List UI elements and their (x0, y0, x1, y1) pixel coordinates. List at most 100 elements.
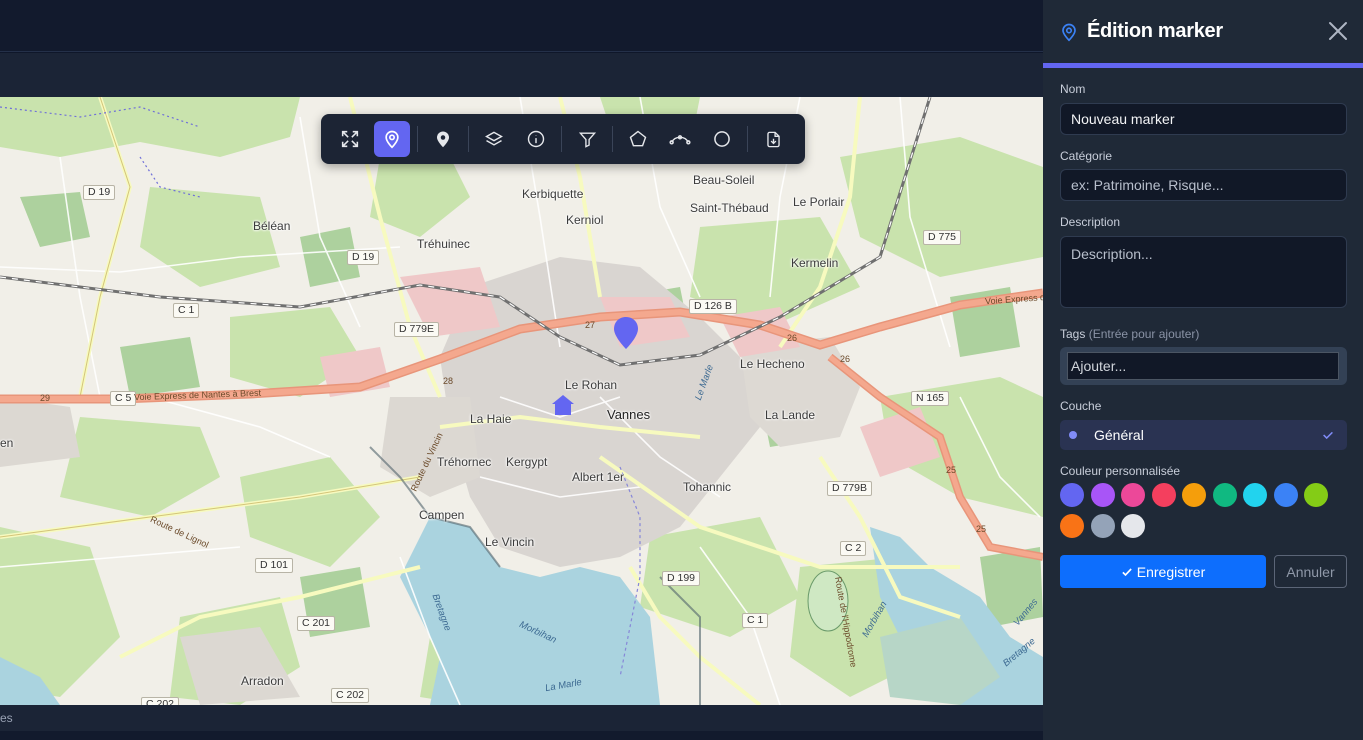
place-label: Kermelin (791, 256, 839, 270)
place-label: Tréhornec (437, 455, 492, 469)
description-field[interactable]: Description... (1060, 236, 1347, 308)
route-label: 26 (787, 333, 798, 343)
cancel-button[interactable]: Annuler (1274, 555, 1347, 588)
couleur-label: Couleur personnalisée (1060, 464, 1181, 478)
tags-label-text: Tags (1060, 327, 1086, 341)
status-bar: es (0, 705, 1043, 731)
place-label: Kergypt (506, 455, 548, 469)
route-label: 25 (946, 465, 957, 475)
filter-button[interactable] (569, 121, 605, 157)
map-canvas[interactable]: Kerbiquette Beau-Soleil Saint-Thébaud Le… (0, 97, 1043, 705)
couche-label: Couche (1060, 399, 1102, 413)
place-label: Kerbiquette (522, 187, 584, 201)
polygon-icon (629, 130, 647, 147)
sub-bar (0, 53, 1043, 97)
tags-input[interactable]: Ajouter... (1067, 352, 1339, 380)
place-label: La Haie (470, 412, 512, 426)
place-label: Arradon (241, 674, 284, 688)
layer-name: Général (1094, 427, 1144, 443)
color-swatch[interactable] (1060, 514, 1084, 538)
road-shield: C 202 (141, 697, 180, 705)
color-swatch[interactable] (1121, 514, 1145, 538)
color-swatch[interactable] (1304, 483, 1328, 507)
export-icon (766, 131, 780, 147)
color-swatch[interactable] (1151, 483, 1176, 507)
route-label: 28 (443, 376, 454, 386)
tags-label: Tags (Entrée pour ajouter) (1060, 327, 1199, 341)
info-button[interactable] (518, 121, 554, 157)
color-swatch[interactable] (1273, 483, 1298, 507)
place-label: Le Rohan (565, 378, 618, 392)
description-label: Description (1060, 215, 1121, 229)
toolbar-divider (417, 126, 418, 152)
place-label: Le Hecheno (740, 357, 805, 371)
toolbar-divider (612, 126, 613, 152)
top-bar (0, 0, 1043, 52)
place-label: Tohannic (683, 480, 732, 494)
map-marker-pin-icon[interactable] (613, 316, 639, 350)
place-label: La Lande (765, 408, 816, 422)
color-swatch[interactable] (1212, 483, 1237, 507)
place-label: Albert 1er (572, 470, 625, 484)
road-shield: C 201 (297, 616, 336, 631)
save-label: Enregistrer (1136, 563, 1206, 580)
map-marker-icon (437, 131, 449, 148)
route-label: 27 (585, 320, 596, 330)
road-shield: D 101 (255, 558, 294, 573)
fullscreen-icon (341, 130, 359, 148)
status-text: es (0, 711, 13, 725)
polyline-button[interactable] (662, 121, 698, 157)
route-label: 25 (976, 524, 987, 534)
nom-field[interactable]: Nouveau marker (1060, 103, 1347, 135)
layers-icon (485, 131, 503, 146)
panel-accent-bar (1043, 63, 1363, 68)
color-swatch[interactable] (1090, 483, 1115, 507)
info-icon (527, 130, 545, 148)
road-shield: D 19 (83, 185, 116, 200)
color-swatch[interactable] (1182, 483, 1206, 507)
place-label: Le Vincin (485, 535, 535, 549)
road-shield: D 126 B (689, 299, 737, 314)
check-icon (1122, 567, 1132, 576)
check-icon (1323, 431, 1333, 440)
place-label-city: Vannes (607, 407, 651, 422)
app-root: Kerbiquette Beau-Soleil Saint-Thébaud Le… (0, 0, 1363, 740)
location-pin-icon (1062, 23, 1076, 41)
color-swatch[interactable] (1090, 514, 1115, 538)
panel-title: Édition marker (1087, 20, 1223, 42)
export-button[interactable] (755, 121, 791, 157)
tags-hint: (Entrée pour ajouter) (1088, 327, 1200, 341)
marker-edit-panel: Édition marker Nom Nouveau marker Catégo… (1043, 0, 1363, 740)
circle-button[interactable] (704, 121, 740, 157)
polygon-button[interactable] (620, 121, 656, 157)
road-shield: C 2 (840, 541, 867, 556)
place-label: Tréhuinec (417, 237, 470, 251)
bottom-strip (0, 731, 1043, 740)
circle-icon (714, 131, 730, 147)
color-swatch[interactable] (1121, 483, 1145, 507)
road-shield: C 5 (110, 391, 137, 406)
place-label: Campen (419, 508, 465, 522)
location-pin-icon (385, 130, 399, 149)
marker-button[interactable] (425, 121, 461, 157)
polyline-icon (669, 135, 691, 145)
color-swatch[interactable] (1060, 483, 1084, 507)
save-button[interactable]: Enregistrer (1060, 555, 1266, 588)
categorie-label: Catégorie (1060, 149, 1113, 163)
close-icon[interactable] (1327, 20, 1349, 42)
layer-option-general[interactable]: Général (1060, 420, 1347, 450)
map-toolbar (321, 114, 805, 164)
color-swatch[interactable] (1243, 483, 1267, 507)
road-shield: N 165 (911, 391, 950, 406)
toolbar-divider (747, 126, 748, 152)
road-shield: C 202 (331, 688, 370, 703)
layers-button[interactable] (476, 121, 512, 157)
road-shield: D 779B (827, 481, 873, 496)
map-marker-home-icon[interactable] (551, 393, 575, 417)
categorie-field[interactable]: ex: Patrimoine, Risque... (1060, 169, 1347, 201)
fullscreen-button[interactable] (332, 121, 368, 157)
add-marker-button[interactable] (374, 121, 410, 157)
place-label: Kerniol (566, 213, 604, 227)
road-shield: C 1 (742, 613, 769, 628)
road-shield: D 199 (662, 571, 701, 586)
